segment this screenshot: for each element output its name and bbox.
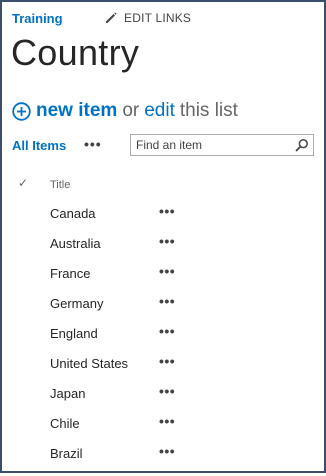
site-link-training[interactable]: Training — [12, 11, 63, 26]
list-item[interactable]: England ••• — [2, 323, 324, 356]
list-item-title[interactable]: United States — [50, 356, 128, 371]
this-list-text: this list — [179, 100, 238, 121]
list-item-title[interactable]: Germany — [50, 296, 103, 311]
list-item-title[interactable]: France — [50, 266, 90, 281]
edit-links-button[interactable]: EDIT LINKS — [104, 11, 191, 25]
edit-list-link[interactable]: edit — [144, 100, 175, 122]
view-all-items[interactable]: All Items — [12, 138, 66, 153]
item-menu-ellipsis-icon[interactable]: ••• — [159, 413, 175, 429]
list-item-title[interactable]: England — [50, 326, 98, 341]
item-menu-ellipsis-icon[interactable]: ••• — [159, 323, 175, 339]
list-item[interactable]: Germany ••• — [2, 293, 324, 326]
search-input[interactable] — [131, 135, 296, 155]
select-all-checkmark-icon[interactable]: ✓ — [18, 176, 28, 190]
list-item-title[interactable]: Chile — [50, 416, 80, 431]
list-item[interactable]: France ••• — [2, 263, 324, 296]
list-item[interactable]: Chile ••• — [2, 413, 324, 446]
list-item-title[interactable]: Japan — [50, 386, 85, 401]
list-item[interactable]: Australia ••• — [2, 233, 324, 266]
edit-links-label: EDIT LINKS — [124, 11, 192, 25]
item-menu-ellipsis-icon[interactable]: ••• — [159, 443, 175, 459]
new-item-row: new item or edit this list — [12, 100, 238, 122]
item-menu-ellipsis-icon[interactable]: ••• — [159, 263, 175, 279]
item-menu-ellipsis-icon[interactable]: ••• — [159, 203, 175, 219]
list-item-title[interactable]: Australia — [50, 236, 101, 251]
item-menu-ellipsis-icon[interactable]: ••• — [159, 233, 175, 249]
app-frame: Training EDIT LINKS Country new item or … — [0, 0, 326, 473]
list-item[interactable]: Canada ••• — [2, 203, 324, 236]
or-text: or — [122, 100, 140, 121]
search-icon[interactable] — [295, 138, 309, 152]
list-item-title[interactable]: Brazil — [50, 446, 83, 461]
list-item-title[interactable]: Canada — [50, 206, 96, 221]
plus-circle-icon[interactable] — [12, 101, 31, 121]
list-item[interactable]: United States ••• — [2, 353, 324, 386]
item-menu-ellipsis-icon[interactable]: ••• — [159, 293, 175, 309]
view-options-ellipsis-icon[interactable]: ••• — [84, 136, 102, 152]
pencil-icon — [106, 12, 117, 23]
column-header-title[interactable]: Title — [50, 179, 70, 191]
list-item[interactable]: Brazil ••• — [2, 443, 324, 476]
new-item-link[interactable]: new item — [36, 100, 117, 122]
item-menu-ellipsis-icon[interactable]: ••• — [159, 353, 175, 369]
search-box — [130, 134, 314, 156]
item-menu-ellipsis-icon[interactable]: ••• — [159, 383, 175, 399]
page-title: Country — [11, 32, 140, 73]
list-item[interactable]: Japan ••• — [2, 383, 324, 416]
